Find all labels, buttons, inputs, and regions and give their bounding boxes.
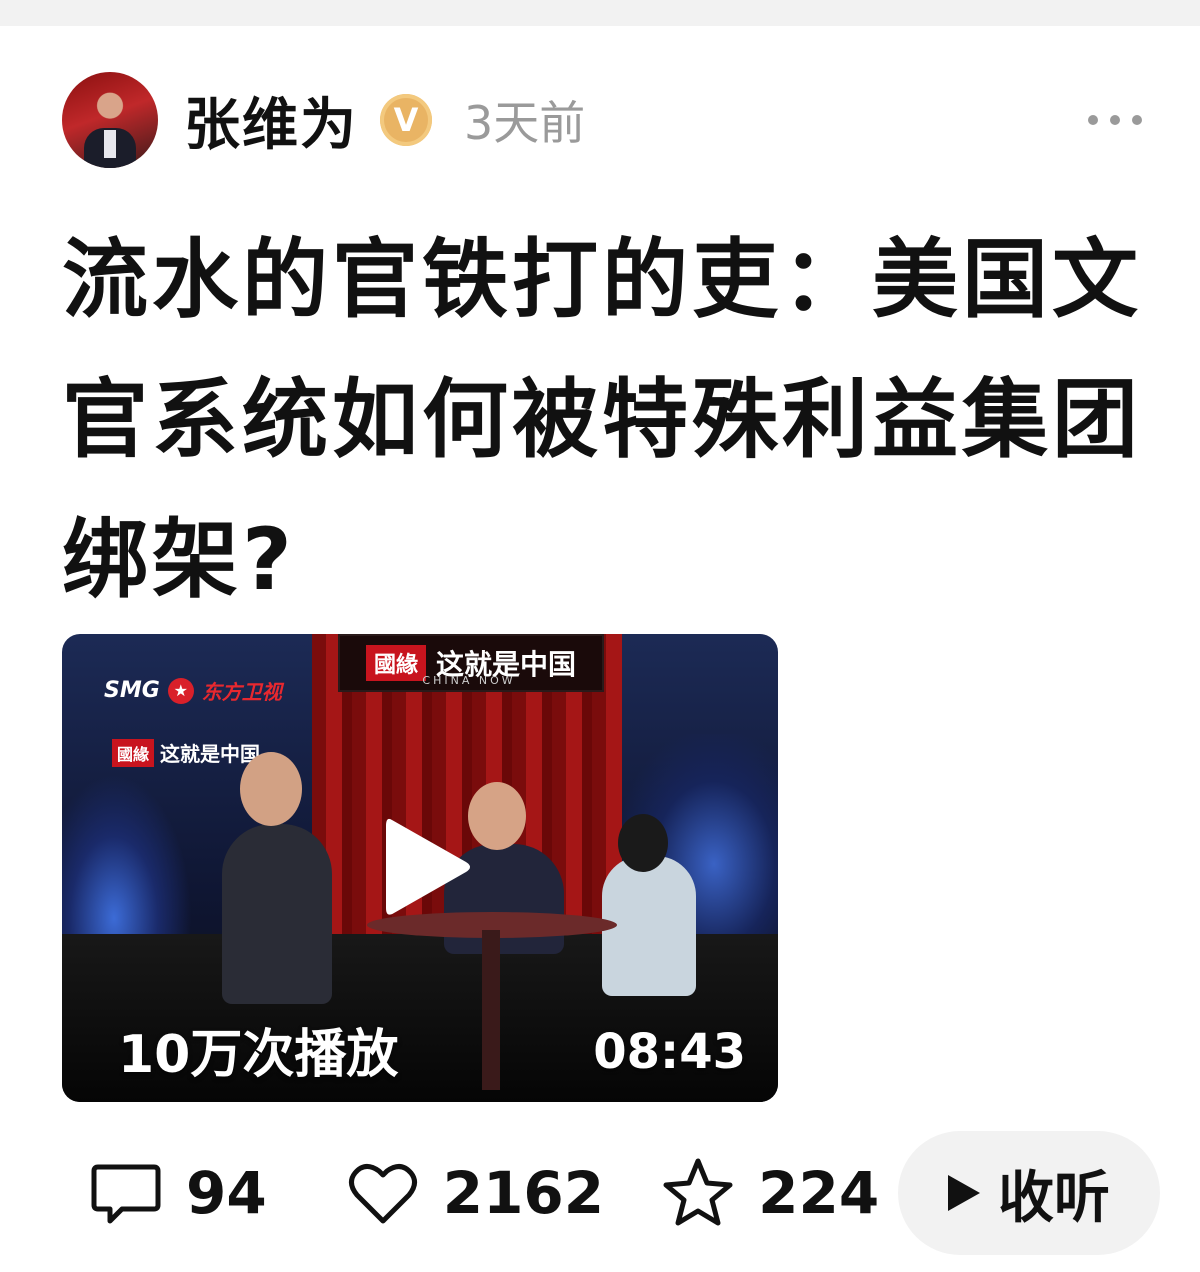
guest-left	[222, 824, 332, 1004]
video-player[interactable]: 國緣 这就是中国 CHINA NOW SMG ★ 东方卫视 國緣 这就是中国 1…	[62, 634, 778, 1102]
more-icon-dot	[1110, 115, 1120, 125]
listen-label: 收听	[998, 1165, 1110, 1231]
listen-button[interactable]: 收听	[898, 1131, 1160, 1255]
smg-text: SMG	[104, 678, 160, 703]
listen-play-icon	[948, 1175, 980, 1211]
show-logo-subtitle: CHINA NOW	[422, 674, 516, 687]
like-icon	[348, 1164, 417, 1224]
corner-logo-text: 这就是中国	[160, 742, 261, 766]
play-icon[interactable]	[382, 812, 472, 922]
post-title[interactable]: 流水的官铁打的吏：美国文官系统如何被特殊利益集团绑架?	[62, 210, 1142, 630]
like-count: 2162	[442, 1159, 605, 1227]
table-leg	[482, 930, 500, 1090]
host-right-head	[618, 814, 668, 872]
more-icon-dot	[1088, 115, 1098, 125]
favorite-count: 224	[758, 1159, 880, 1227]
verified-badge-icon: V	[380, 94, 432, 146]
guest-left-head	[240, 752, 302, 826]
comment-icon	[91, 1164, 161, 1224]
comment-button[interactable]: 94	[88, 1155, 267, 1231]
video-duration: 08:43	[593, 1024, 746, 1080]
like-button[interactable]: 2162	[345, 1155, 604, 1231]
more-icon-dot	[1132, 115, 1142, 125]
favorite-icon	[663, 1158, 733, 1226]
avatar-shirt	[104, 130, 116, 158]
post-time: 3天前	[464, 96, 586, 150]
top-strip	[0, 0, 1200, 26]
comment-count: 94	[186, 1159, 267, 1227]
guest-center-head	[468, 782, 526, 850]
post-header: 张维为 V 3天前	[62, 72, 1142, 168]
corner-logo: 國緣 这就是中国	[112, 738, 260, 767]
favorite-button[interactable]: 224	[660, 1155, 879, 1231]
author-name[interactable]: 张维为	[184, 80, 358, 161]
more-button[interactable]	[1088, 105, 1142, 135]
broadcaster-logo: SMG ★ 东方卫视	[104, 676, 282, 705]
star-icon: ★	[167, 677, 194, 704]
view-count: 10万次播放	[118, 1025, 399, 1085]
avatar[interactable]	[62, 72, 158, 168]
action-bar: 94 2162 224 收听	[88, 1128, 1160, 1258]
corner-logo-red: 國緣	[112, 738, 155, 767]
channel-name: 东方卫视	[201, 680, 282, 704]
